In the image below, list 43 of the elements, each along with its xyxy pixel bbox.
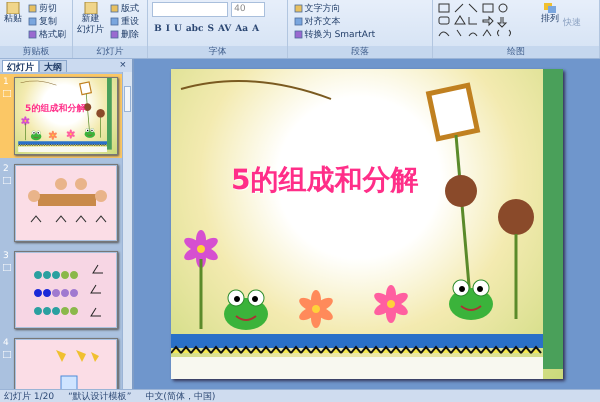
slide-number: 4 <box>3 338 10 348</box>
ribbon-button[interactable]: 剪切 <box>26 2 68 14</box>
ribbon-button[interactable]: 复制 <box>26 15 68 27</box>
format-button[interactable]: AV <box>216 22 234 35</box>
ribbon-button[interactable]: 新建 幻灯片 <box>77 2 104 36</box>
arrange-icon <box>543 2 558 14</box>
slide-title: 5的组成和分解 <box>231 162 418 198</box>
group-label: 幻灯片 <box>73 46 148 58</box>
status-text: 中文(简体，中国) <box>145 390 216 402</box>
group-label: 段落 <box>288 46 432 58</box>
close-button[interactable]: × <box>114 59 132 72</box>
font-name-field[interactable] <box>152 2 228 17</box>
slide-number: 3 <box>3 251 10 261</box>
format-button[interactable]: I <box>164 22 172 35</box>
status-text: “默认设计模板” <box>68 390 132 402</box>
group-label: 剪贴板 <box>0 46 72 58</box>
scrollbar[interactable] <box>122 72 132 389</box>
slide-number: 2 <box>3 164 10 174</box>
format-button[interactable]: U <box>172 22 184 35</box>
quick-styles-label: 快速 <box>563 16 582 29</box>
format-button[interactable]: Aa <box>233 22 250 35</box>
panel-tab[interactable]: 大纲 <box>39 60 67 72</box>
format-button[interactable]: B <box>152 22 164 35</box>
ribbon-button[interactable]: 粘贴 <box>4 2 22 25</box>
ribbon-button[interactable]: 重设 <box>108 15 141 27</box>
group-label: 绘图 <box>433 46 599 58</box>
ribbon-button[interactable]: 转换为 SmartArt <box>292 28 378 40</box>
ribbon-button[interactable]: 文字方向 <box>292 2 378 14</box>
panel-tab[interactable]: 幻灯片 <box>2 60 39 72</box>
slide-number: 1 <box>3 77 10 87</box>
ribbon-button[interactable]: 对齐文本 <box>292 15 378 27</box>
group-label: 字体 <box>148 46 287 58</box>
status-text: 幻灯片 1/20 <box>4 390 54 402</box>
slide-thumbnail-item[interactable]: 1 5的组成和分解 <box>0 74 122 158</box>
ribbon-button[interactable]: 格式刷 <box>26 28 68 40</box>
format-button[interactable]: A <box>250 22 262 35</box>
thumbnail-title: 5的组成和分解 <box>25 102 86 115</box>
format-button[interactable]: abc <box>184 22 206 35</box>
ribbon-button[interactable]: 版式 <box>108 2 141 14</box>
ribbon-button[interactable]: 删除 <box>108 28 141 40</box>
ribbon-button[interactable]: 排列 <box>541 2 560 25</box>
font-size-field[interactable]: 40 <box>231 2 266 17</box>
format-button[interactable]: S <box>205 22 216 35</box>
